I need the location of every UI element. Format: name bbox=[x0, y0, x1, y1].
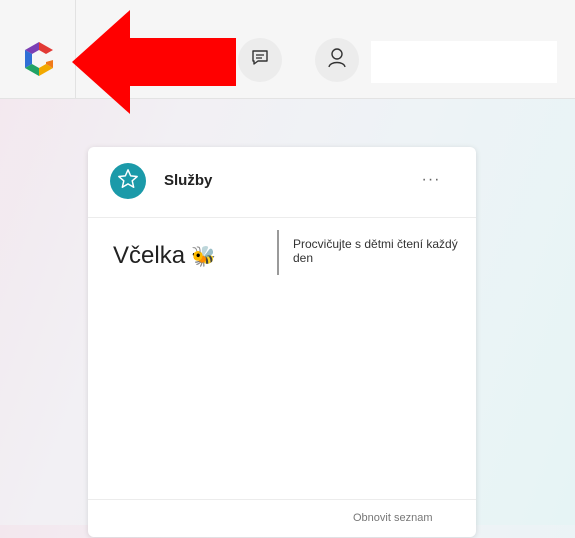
more-options-button[interactable]: ··· bbox=[416, 169, 446, 193]
app-description: Procvičujte s dětmi čtení každý den bbox=[293, 237, 458, 265]
card-footer: Obnovit seznam bbox=[88, 499, 476, 538]
app-link-vcelka[interactable]: Včelka 🐝 bbox=[113, 242, 216, 270]
card-header: Služby ··· bbox=[88, 147, 476, 218]
chat-button[interactable] bbox=[238, 38, 282, 82]
services-icon bbox=[110, 163, 146, 199]
search-input[interactable] bbox=[371, 41, 557, 83]
user-button[interactable] bbox=[315, 38, 359, 82]
app-logo-icon[interactable] bbox=[22, 40, 56, 78]
bee-icon: 🐝 bbox=[191, 245, 216, 268]
app-name: Včelka bbox=[113, 242, 186, 269]
chat-icon bbox=[250, 48, 270, 73]
refresh-list-link[interactable]: Obnovit seznam bbox=[353, 512, 432, 524]
app-divider bbox=[277, 230, 279, 275]
services-card: Služby ··· Včelka 🐝 Procvičujte s dětmi … bbox=[88, 147, 476, 537]
red-arrow-annotation bbox=[72, 10, 236, 114]
star-icon bbox=[117, 168, 139, 195]
card-title: Služby bbox=[164, 172, 213, 189]
user-icon bbox=[326, 47, 348, 74]
